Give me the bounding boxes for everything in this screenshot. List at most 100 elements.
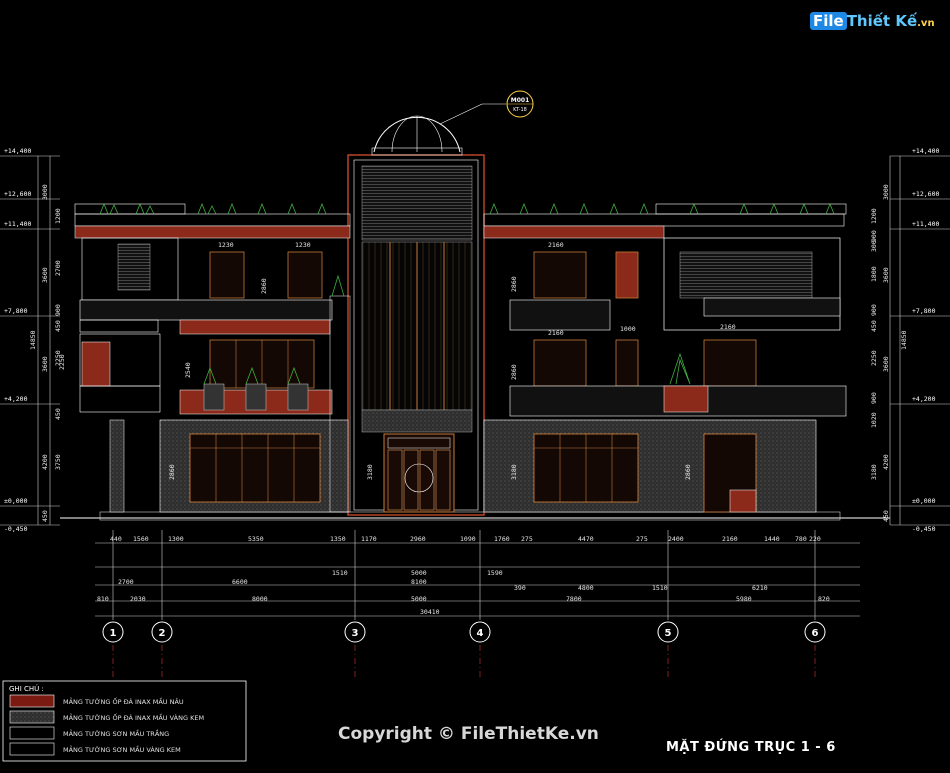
svg-text:220: 220 (809, 535, 821, 543)
legend-swatch-white (9, 726, 55, 740)
legend-item-label: MẢNG TƯỜNG ỐP ĐÁ INAX MẦU VÀNG KEM (63, 714, 205, 722)
svg-text:440: 440 (110, 535, 122, 543)
svg-text:3180: 3180 (870, 464, 878, 480)
legend-swatch-cream-stone (9, 710, 55, 724)
svg-text:3000: 3000 (41, 184, 49, 200)
svg-text:3600: 3600 (41, 267, 49, 283)
axis-label: 4 (477, 628, 484, 639)
central-tower: 3180 (347, 115, 485, 516)
dim-row-1: 440 1560 1300 5350 1350 1170 2960 1090 1… (110, 535, 821, 543)
detail-callout: M001 KT-18 (439, 90, 534, 125)
svg-text:3000: 3000 (882, 184, 890, 200)
svg-text:780: 780 (795, 535, 807, 543)
svg-text:1560: 1560 (133, 535, 149, 543)
svg-text:3180: 3180 (366, 464, 374, 480)
svg-text:1300: 1300 (168, 535, 184, 543)
svg-text:1800: 1800 (870, 266, 878, 282)
svg-text:2160: 2160 (722, 535, 738, 543)
svg-text:1510: 1510 (332, 569, 348, 577)
svg-text:1230: 1230 (295, 241, 311, 249)
svg-text:450: 450 (882, 510, 890, 522)
legend-swatch-brown (9, 694, 55, 708)
axis-label: 2 (159, 628, 166, 639)
level-label: +4,200 (4, 395, 28, 403)
axis-labels: 1 2 3 4 5 6 (110, 628, 819, 639)
level-label: +7,800 (4, 307, 28, 315)
svg-text:2860: 2860 (260, 278, 268, 294)
svg-text:275: 275 (521, 535, 533, 543)
svg-text:2960: 2960 (410, 535, 426, 543)
vertical-dims-right: 3000 1200 900 300 1800 3600 900 450 2250… (870, 184, 908, 522)
level-label: +11,400 (4, 220, 31, 228)
logo-part-1: File (810, 12, 847, 30)
legend-title: GHI CHÚ : (9, 685, 44, 693)
svg-text:4800: 4800 (578, 584, 594, 592)
svg-text:3180: 3180 (510, 464, 518, 480)
svg-text:5000: 5000 (411, 569, 427, 577)
elevation-drawing: +14,400 +12,600 +11,400 +7,800 +4,200 ±0… (0, 90, 950, 762)
svg-text:4200: 4200 (41, 454, 49, 470)
level-label: +12,600 (4, 190, 31, 198)
svg-text:900: 900 (870, 392, 878, 404)
svg-text:275: 275 (636, 535, 648, 543)
svg-text:2860: 2860 (168, 464, 176, 480)
sheet-title: MẶT ĐỨNG TRỤC 1 - 6 (666, 740, 836, 755)
svg-text:2160: 2160 (548, 241, 564, 249)
axis-label: 1 (110, 628, 117, 639)
svg-text:1200: 1200 (54, 208, 62, 224)
level-label: +14,400 (4, 147, 31, 155)
plinth (99, 511, 841, 521)
svg-text:1760: 1760 (494, 535, 510, 543)
legend-swatch-cream-paint (9, 742, 55, 756)
level-labels-right: +14,400 +12,600 +11,400 +7,800 +4,200 ±0… (912, 147, 939, 533)
level-label: +7,800 (912, 307, 936, 315)
svg-text:14850: 14850 (29, 330, 37, 350)
axis-label: 3 (352, 628, 359, 639)
logo-part-2: Thiết Kế (846, 12, 918, 30)
svg-text:1020: 1020 (870, 412, 878, 428)
svg-text:5000: 5000 (411, 595, 427, 603)
svg-text:1510: 1510 (652, 584, 668, 592)
svg-text:5350: 5350 (248, 535, 264, 543)
level-label: ±0,000 (912, 497, 936, 505)
svg-text:8000: 8000 (252, 595, 268, 603)
svg-text:2160: 2160 (720, 323, 736, 331)
svg-text:5980: 5980 (736, 595, 752, 603)
svg-text:14850: 14850 (900, 330, 908, 350)
svg-text:450: 450 (870, 320, 878, 332)
legend-item-label: MẢNG TƯỜNG SƠN MẦU TRẮNG (63, 730, 170, 738)
level-label: -0,450 (912, 525, 936, 533)
level-markers-right (889, 155, 950, 526)
svg-text:1590: 1590 (487, 569, 503, 577)
svg-text:810: 810 (97, 595, 109, 603)
svg-text:1000: 1000 (620, 325, 636, 333)
svg-text:2700: 2700 (54, 260, 62, 276)
svg-text:820: 820 (818, 595, 830, 603)
level-label: +4,200 (912, 395, 936, 403)
svg-text:2250: 2250 (58, 354, 66, 370)
site-logo: File Thiết Kế.vn (810, 12, 935, 30)
svg-text:450: 450 (54, 320, 62, 332)
dim-row-4: 810 2030 8000 5000 7800 5980 820 (97, 595, 830, 603)
axis-lines (112, 645, 816, 680)
vertical-dims-left: 3000 1200 2700 3600 900 450 2250 3600 45… (29, 184, 62, 522)
dim-row-2: 1510 5000 1590 (332, 569, 503, 577)
svg-text:1170: 1170 (361, 535, 377, 543)
svg-text:1090: 1090 (460, 535, 476, 543)
level-label: +12,600 (912, 190, 939, 198)
level-label: +14,400 (912, 147, 939, 155)
level-labels-left: +14,400 +12,600 +11,400 +7,800 +4,200 ±0… (4, 147, 31, 533)
svg-text:6210: 6210 (752, 584, 768, 592)
level-label: +11,400 (912, 220, 939, 228)
legend-item-label: MẢNG TƯỜNG SƠN MẦU VÀNG KEM (63, 746, 181, 754)
svg-text:2860: 2860 (510, 364, 518, 380)
legend-item-label: MẢNG TƯỜNG ỐP ĐÁ INAX MẦU NÂU (63, 698, 184, 706)
svg-text:2030: 2030 (130, 595, 146, 603)
svg-text:300: 300 (870, 240, 878, 252)
level-label: ±0,000 (4, 497, 28, 505)
dim-total: 30410 (420, 608, 440, 616)
axis-label: 6 (812, 628, 819, 639)
svg-text:2860: 2860 (510, 276, 518, 292)
svg-text:450: 450 (41, 510, 49, 522)
svg-text:3750: 3750 (54, 454, 62, 470)
